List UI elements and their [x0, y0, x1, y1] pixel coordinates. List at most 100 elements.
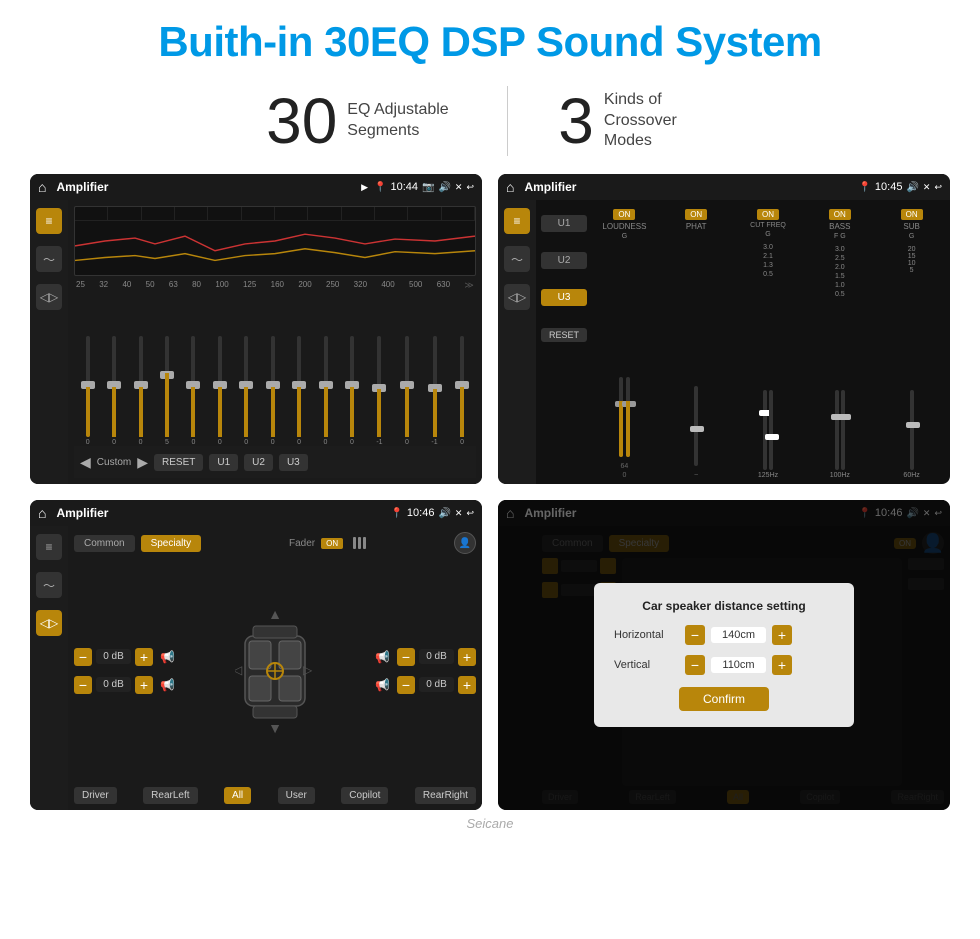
screen-fader: ⌂ Amplifier 📍 10:46 🔊 ✕ ↩ ≡ 〜 ◁▷ Common … — [30, 500, 482, 810]
u3-btn-cross[interactable]: U3 — [541, 289, 587, 306]
stat-eq: 30 EQ Adjustable Segments — [216, 89, 507, 153]
eq-content-1: ≡ 〜 ◁▷ — [30, 200, 482, 484]
slider-5[interactable]: 0 — [191, 336, 195, 446]
all-btn-3[interactable]: All — [224, 787, 251, 804]
wave-icon-1[interactable]: 〜 — [36, 246, 62, 272]
fader-controls-body: − 0 dB + 📢 − 0 dB + 📢 — [74, 558, 476, 783]
status-icons-1: 📍 10:44 📷 🔊 ✕ ↩ — [374, 181, 474, 193]
slider-11[interactable]: 0 — [350, 336, 354, 446]
user-btn-3[interactable]: User — [278, 787, 315, 804]
driver-btn-3[interactable]: Driver — [74, 787, 117, 804]
x-icon-2: ✕ — [923, 182, 931, 193]
vol-icon-side-1[interactable]: ◁▷ — [36, 284, 62, 310]
slider-4[interactable]: 5 — [165, 336, 169, 446]
time-3: 10:46 — [407, 507, 435, 519]
channel-loudness: ON LOUDNESS G — [591, 209, 658, 479]
rl-minus[interactable]: − — [74, 676, 92, 694]
car-diagram-svg: ◁ ▷ — [235, 616, 315, 726]
slider-2[interactable]: 0 — [112, 336, 116, 446]
eq-icon-3[interactable]: ≡ — [36, 534, 62, 560]
vol-icon-side-2[interactable]: ◁▷ — [504, 284, 530, 310]
slider-track-2 — [112, 336, 116, 437]
rearright-btn-3[interactable]: RearRight — [415, 787, 476, 804]
ch-slider-cf-l[interactable] — [763, 390, 767, 470]
ch-slider-bass-r[interactable] — [841, 390, 845, 470]
u1-btn-1[interactable]: U1 — [209, 454, 238, 471]
slider-7[interactable]: 0 — [244, 336, 248, 446]
crossover-label: Kinds of Crossover Modes — [604, 90, 714, 152]
home-icon-3[interactable]: ⌂ — [38, 505, 46, 521]
u3-btn-1[interactable]: U3 — [279, 454, 308, 471]
wave-icon-3[interactable]: 〜 — [36, 572, 62, 598]
slider-9[interactable]: 0 — [297, 336, 301, 446]
eq-icon-1[interactable]: ≡ — [36, 208, 62, 234]
on-badge-bass: ON — [829, 209, 851, 220]
slider-13[interactable]: 0 — [405, 336, 409, 446]
fader-top-bar: Common Specialty Fader ON 👤 — [74, 532, 476, 554]
ch-slider-lo-l[interactable] — [619, 377, 623, 457]
prev-btn-1[interactable]: ◀ — [80, 454, 91, 471]
slider-6[interactable]: 0 — [218, 336, 222, 446]
rr-plus[interactable]: + — [458, 676, 476, 694]
eq-icon-2[interactable]: ≡ — [504, 208, 530, 234]
fl-minus[interactable]: − — [74, 648, 92, 666]
horizontal-minus[interactable]: − — [685, 625, 705, 645]
vol-icon-side-3[interactable]: ◁▷ — [36, 610, 62, 636]
horizontal-plus[interactable]: + — [772, 625, 792, 645]
status-icons-3: 📍 10:46 🔊 ✕ ↩ — [390, 507, 474, 519]
left-db-controls: − 0 dB + 📢 − 0 dB + 📢 — [74, 648, 175, 694]
ch-slider-bass-l[interactable] — [835, 390, 839, 470]
play-btn-1[interactable]: ▶ — [137, 454, 148, 471]
slider-12[interactable]: -1 — [376, 336, 382, 446]
crossover-content: ≡ 〜 ◁▷ U1 U2 U3 RESET ON LOUDNESS — [498, 200, 950, 484]
u1-btn-cross[interactable]: U1 — [541, 215, 587, 232]
u2-btn-1[interactable]: U2 — [244, 454, 273, 471]
wave-icon-2[interactable]: 〜 — [504, 246, 530, 272]
position-buttons-row: Driver RearLeft All User Copilot RearRig… — [74, 787, 476, 804]
home-icon-1[interactable]: ⌂ — [38, 179, 46, 195]
fader-main: Common Specialty Fader ON 👤 — [68, 526, 482, 810]
slider-14[interactable]: -1 — [431, 336, 437, 446]
ch-slider-sub[interactable] — [910, 390, 914, 470]
app-title-2: Amplifier — [524, 180, 852, 194]
distance-dialog: Car speaker distance setting Horizontal … — [594, 583, 854, 727]
user-icon-3[interactable]: 👤 — [454, 532, 476, 554]
rl-plus[interactable]: + — [135, 676, 153, 694]
slider-15[interactable]: 0 — [460, 336, 464, 446]
channel-bass: ON BASS F G 3.0 2.5 2.0 1.5 1.0 0.5 — [806, 209, 873, 479]
fl-plus[interactable]: + — [135, 648, 153, 666]
vertical-label: Vertical — [614, 659, 679, 671]
rr-minus[interactable]: − — [397, 676, 415, 694]
reset-btn-1[interactable]: RESET — [154, 454, 203, 471]
slider-track-1 — [86, 336, 90, 437]
dialog-title: Car speaker distance setting — [614, 599, 834, 613]
rearleft-btn-3[interactable]: RearLeft — [143, 787, 197, 804]
status-bar-3: ⌂ Amplifier 📍 10:46 🔊 ✕ ↩ — [30, 500, 482, 526]
fr-minus[interactable]: − — [397, 648, 415, 666]
slider-1[interactable]: 0 — [86, 336, 90, 446]
reset-btn-cross[interactable]: RESET — [541, 328, 587, 342]
specialty-tab-3[interactable]: Specialty — [141, 535, 202, 552]
fader-sidebar: ≡ 〜 ◁▷ — [30, 526, 68, 810]
u2-btn-cross[interactable]: U2 — [541, 252, 587, 269]
vertical-minus[interactable]: − — [685, 655, 705, 675]
copilot-btn-3[interactable]: Copilot — [341, 787, 388, 804]
ch-slider-lo-r[interactable] — [626, 377, 630, 457]
common-tab-3[interactable]: Common — [74, 535, 135, 552]
ch-slider-phat[interactable] — [694, 386, 698, 466]
channel-cutfreq: ON CUT FREQ G 3.0 2.1 1.3 0.5 — [735, 209, 802, 479]
home-icon-2[interactable]: ⌂ — [506, 179, 514, 195]
arrow-up: ▲ — [268, 606, 282, 622]
confirm-button[interactable]: Confirm — [679, 687, 769, 711]
vertical-plus[interactable]: + — [772, 655, 792, 675]
screenshots-grid: ⌂ Amplifier ▶ 📍 10:44 📷 🔊 ✕ ↩ ≡ 〜 ◁▷ — [0, 174, 980, 810]
back-icon-1: ↩ — [466, 182, 474, 193]
slider-3[interactable]: 0 — [139, 336, 143, 446]
channel-sub: ON SUB G 20 15 10 5 — [878, 209, 945, 479]
on-badge-loudness: ON — [613, 209, 635, 220]
fr-plus[interactable]: + — [458, 648, 476, 666]
slider-10[interactable]: 0 — [324, 336, 328, 446]
slider-8[interactable]: 0 — [271, 336, 275, 446]
screen-crossover: ⌂ Amplifier 📍 10:45 🔊 ✕ ↩ ≡ 〜 ◁▷ U1 U2 — [498, 174, 950, 484]
ch-slider-cf-r[interactable] — [769, 390, 773, 470]
